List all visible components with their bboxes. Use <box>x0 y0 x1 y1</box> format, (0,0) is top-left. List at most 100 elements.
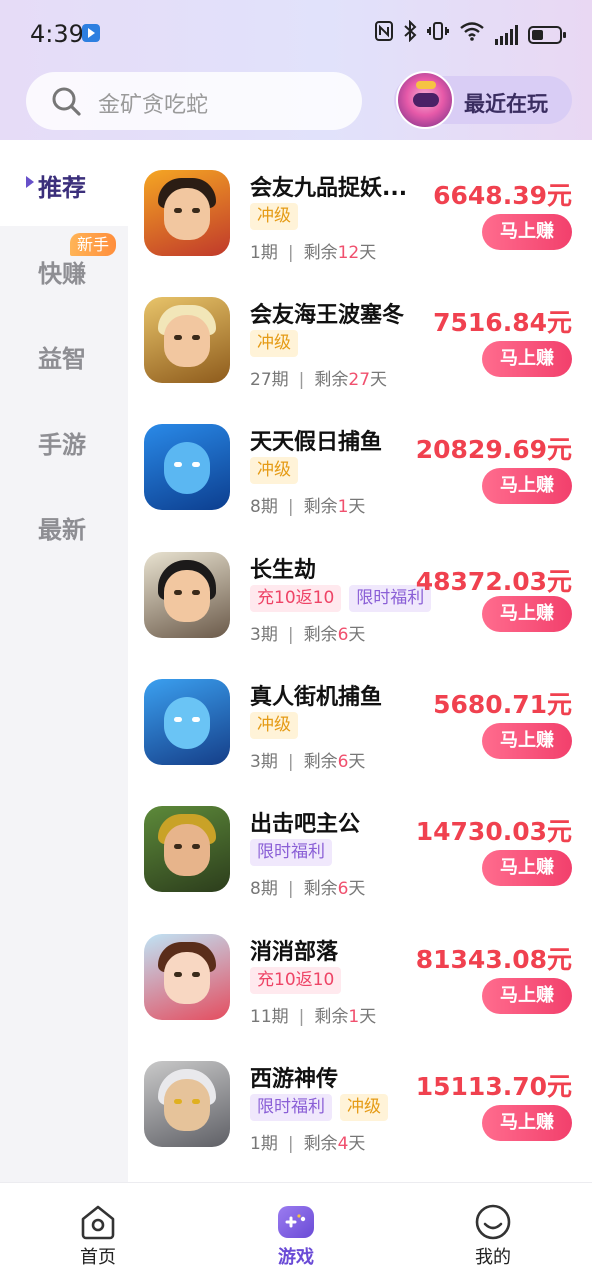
nav-home[interactable]: 首页 <box>48 1183 148 1278</box>
game-meta: 8期 | 剩余6天 <box>250 879 366 899</box>
game-title: 真人街机捕鱼 <box>250 685 383 710</box>
game-row[interactable]: 会友海王波塞冬 冲级 27期 | 剩余27天 7516.84元 马上赚 <box>128 297 592 425</box>
earn-now-button[interactable]: 马上赚 <box>482 214 572 250</box>
game-row[interactable]: 西游神传 限时福利 冲级 1期 | 剩余4天 15113.70元 马上赚 <box>128 1061 592 1189</box>
game-icon-zhuoyao[interactable] <box>144 170 230 256</box>
remaining-suffix: 天 <box>348 879 366 899</box>
earn-now-button[interactable]: 马上赚 <box>482 978 572 1014</box>
game-meta: 1期 | 剩余12天 <box>250 243 377 263</box>
reward-amount: 14730.03元 <box>415 817 572 846</box>
level-tag: 冲级 <box>250 203 298 230</box>
remaining-suffix: 天 <box>359 1007 377 1027</box>
game-title: 消消部落 <box>250 940 339 965</box>
game-icon-changsheng[interactable] <box>144 552 230 638</box>
earn-now-button[interactable]: 马上赚 <box>482 1105 572 1141</box>
search-icon <box>52 87 81 116</box>
reward-amount: 6648.39元 <box>433 181 572 210</box>
earn-now-button[interactable]: 马上赚 <box>482 723 572 759</box>
reward-amount: 15113.70元 <box>415 1072 572 1101</box>
reward-amount: 48372.03元 <box>415 567 572 596</box>
remaining-prefix: 剩余 <box>303 752 338 772</box>
recharge-tag: 充10返10 <box>250 585 342 612</box>
game-icon-xiyou[interactable] <box>144 1061 230 1147</box>
period-text: 11期 <box>250 1007 289 1027</box>
remaining-days: 6 <box>337 625 349 645</box>
period-text: 8期 <box>250 497 278 517</box>
game-tags: 限时福利 冲级 <box>250 1094 388 1121</box>
benefit-tag: 限时福利 <box>250 1094 332 1121</box>
active-marker-icon <box>26 176 34 188</box>
smile-icon <box>475 1204 511 1240</box>
earn-now-button[interactable]: 马上赚 <box>482 596 572 632</box>
game-title: 出击吧主公 <box>250 812 361 837</box>
remaining-suffix: 天 <box>348 1134 366 1154</box>
remaining-prefix: 剩余 <box>314 1007 349 1027</box>
nav-mine[interactable]: 我的 <box>443 1183 543 1278</box>
game-icon-arcade-fishing[interactable] <box>144 679 230 765</box>
game-title: 会友九品捉妖... <box>250 176 408 201</box>
reward-amount: 81343.08元 <box>415 945 572 974</box>
remaining-days: 4 <box>337 1134 349 1154</box>
nav-home-label: 首页 <box>80 1247 116 1268</box>
game-title: 会友海王波塞冬 <box>250 303 405 328</box>
period-text: 3期 <box>250 625 278 645</box>
game-tags: 冲级 <box>250 203 298 230</box>
remaining-prefix: 剩余 <box>303 879 338 899</box>
recharge-tag: 充10返10 <box>250 967 342 994</box>
game-row[interactable]: 天天假日捕鱼 冲级 8期 | 剩余1天 20829.69元 马上赚 <box>128 424 592 552</box>
game-icon-xiaoxiao[interactable] <box>144 934 230 1020</box>
nav-games[interactable]: 游戏 <box>246 1183 346 1278</box>
remaining-days: 27 <box>348 370 371 390</box>
sidebar-item-puzzle[interactable]: 益智 <box>38 339 86 374</box>
search-placeholder: 金矿贪吃蛇 <box>98 93 209 118</box>
bluetooth-icon <box>403 19 417 49</box>
nfc-icon <box>375 21 393 48</box>
recent-played-label: 最近在玩 <box>464 92 548 116</box>
remaining-days: 1 <box>337 497 349 517</box>
benefit-tag: 限时福利 <box>250 839 332 866</box>
sidebar-item-quick-earn[interactable]: 快赚 <box>38 254 86 289</box>
game-icon-poseidon[interactable] <box>144 297 230 383</box>
earn-now-button[interactable]: 马上赚 <box>482 468 572 504</box>
search-input[interactable]: 金矿贪吃蛇 <box>26 72 362 130</box>
level-tag: 冲级 <box>340 1094 388 1121</box>
remaining-days: 6 <box>337 879 349 899</box>
remaining-prefix: 剩余 <box>303 625 338 645</box>
remaining-suffix: 天 <box>348 625 366 645</box>
signal-icon <box>495 24 518 45</box>
earn-now-button[interactable]: 马上赚 <box>482 341 572 377</box>
game-meta: 3期 | 剩余6天 <box>250 625 366 645</box>
period-text: 1期 <box>250 243 278 263</box>
bottom-nav: 首页 游戏 我的 <box>0 1182 592 1278</box>
game-row[interactable]: 长生劫 充10返10 限时福利 3期 | 剩余6天 48372.03元 马上赚 <box>128 552 592 680</box>
game-title: 长生劫 <box>250 558 317 583</box>
app-notification-icon <box>82 24 100 42</box>
game-row[interactable]: 消消部落 充10返10 11期 | 剩余1天 81343.08元 马上赚 <box>128 934 592 1062</box>
game-meta: 27期 | 剩余27天 <box>250 370 388 390</box>
game-row[interactable]: 真人街机捕鱼 冲级 3期 | 剩余6天 5680.71元 马上赚 <box>128 679 592 807</box>
game-icon-fishing[interactable] <box>144 424 230 510</box>
game-tags: 冲级 <box>250 457 298 484</box>
sidebar-item-recommend[interactable]: 推荐 <box>38 168 86 203</box>
recent-played-button[interactable]: 最近在玩 <box>394 71 572 129</box>
game-meta: 1期 | 剩余4天 <box>250 1134 366 1154</box>
new-user-badge: 新手 <box>70 233 117 256</box>
remaining-days: 6 <box>337 752 349 772</box>
level-tag: 冲级 <box>250 457 298 484</box>
game-tags: 冲级 <box>250 330 298 357</box>
period-text: 8期 <box>250 879 278 899</box>
remaining-prefix: 剩余 <box>314 370 349 390</box>
category-sidebar <box>0 140 128 1182</box>
earn-now-button[interactable]: 马上赚 <box>482 850 572 886</box>
game-icon-zhugong[interactable] <box>144 806 230 892</box>
gamepad-icon <box>278 1206 314 1238</box>
sidebar-item-mobile-games[interactable]: 手游 <box>38 425 86 460</box>
game-title: 西游神传 <box>250 1067 339 1092</box>
remaining-suffix: 天 <box>370 370 388 390</box>
game-row[interactable]: 会友九品捉妖... 冲级 1期 | 剩余12天 6648.39元 马上赚 <box>128 170 592 298</box>
vibrate-icon <box>427 21 449 48</box>
period-text: 3期 <box>250 752 278 772</box>
sidebar-item-newest[interactable]: 最新 <box>38 510 86 545</box>
game-row[interactable]: 出击吧主公 限时福利 8期 | 剩余6天 14730.03元 马上赚 <box>128 806 592 934</box>
game-meta: 11期 | 剩余1天 <box>250 1007 377 1027</box>
